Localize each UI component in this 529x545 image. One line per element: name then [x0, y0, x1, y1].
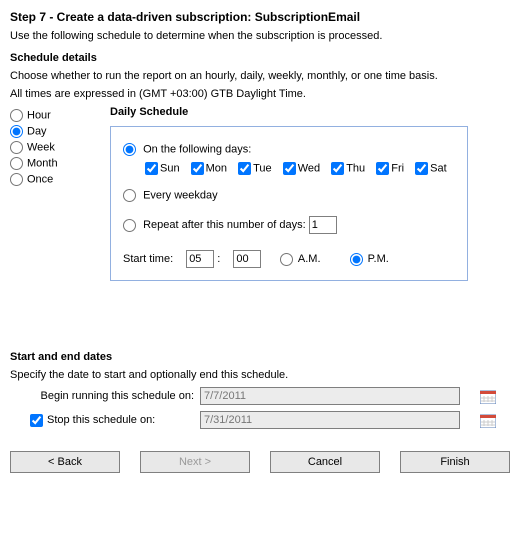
day-label-thu: Thu — [346, 162, 365, 174]
begin-date-label: Begin running this schedule on: — [10, 390, 200, 402]
start-hour-input[interactable] — [186, 250, 214, 268]
day-label-sun: Sun — [160, 162, 180, 174]
day-label-fri: Fri — [391, 162, 404, 174]
page-title: Step 7 - Create a data-driven subscripti… — [10, 10, 519, 24]
am-label: A.M. — [298, 253, 321, 265]
stop-date-checkbox[interactable] — [30, 414, 43, 427]
finish-button[interactable]: Finish — [400, 451, 510, 473]
mode-radio-repeat[interactable] — [123, 219, 136, 232]
am-radio[interactable] — [280, 253, 293, 266]
freq-label-day: Day — [27, 125, 47, 137]
cancel-button[interactable]: Cancel — [270, 451, 380, 473]
freq-radio-week[interactable] — [10, 141, 23, 154]
mode-label-repeat: Repeat after this number of days: — [143, 219, 306, 231]
start-time-label: Start time: — [123, 253, 173, 265]
days-row: Sun Mon Tue Wed Thu Fri Sat — [145, 162, 455, 175]
timezone-text: All times are expressed in (GMT +03:00) … — [10, 88, 519, 100]
day-label-wed: Wed — [298, 162, 320, 174]
mode-label-every: Every weekday — [143, 189, 218, 201]
dates-heading: Start and end dates — [10, 351, 519, 363]
mode-label-following: On the following days: — [143, 143, 251, 155]
day-check-tue[interactable] — [238, 162, 251, 175]
choose-text: Choose whether to run the report on an h… — [10, 70, 519, 82]
schedule-details-heading: Schedule details — [10, 52, 519, 64]
daily-schedule-box: On the following days: Sun Mon Tue Wed T… — [110, 126, 468, 281]
freq-label-week: Week — [27, 141, 55, 153]
day-label-mon: Mon — [206, 162, 227, 174]
freq-radio-once[interactable] — [10, 173, 23, 186]
day-check-wed[interactable] — [283, 162, 296, 175]
daily-schedule-heading: Daily Schedule — [110, 106, 468, 118]
freq-label-once: Once — [27, 173, 53, 185]
freq-radio-hour[interactable] — [10, 109, 23, 122]
freq-radio-month[interactable] — [10, 157, 23, 170]
mode-radio-following[interactable] — [123, 143, 136, 156]
time-colon: : — [217, 253, 223, 265]
freq-label-month: Month — [27, 157, 58, 169]
mode-radio-every[interactable] — [123, 189, 136, 202]
repeat-days-input[interactable] — [309, 216, 337, 234]
stop-date-input[interactable] — [200, 411, 460, 429]
day-label-sat: Sat — [430, 162, 447, 174]
calendar-icon[interactable] — [480, 389, 496, 404]
day-check-sun[interactable] — [145, 162, 158, 175]
begin-date-input[interactable] — [200, 387, 460, 405]
frequency-list: Hour Day Week Month Once — [10, 106, 110, 189]
pm-radio[interactable] — [350, 253, 363, 266]
back-button[interactable]: < Back — [10, 451, 120, 473]
day-label-tue: Tue — [253, 162, 272, 174]
intro-text: Use the following schedule to determine … — [10, 30, 519, 42]
day-check-sat[interactable] — [415, 162, 428, 175]
day-check-fri[interactable] — [376, 162, 389, 175]
calendar-icon[interactable] — [480, 413, 496, 428]
freq-label-hour: Hour — [27, 109, 51, 121]
freq-radio-day[interactable] — [10, 125, 23, 138]
stop-date-label: Stop this schedule on: — [47, 414, 155, 426]
day-check-thu[interactable] — [331, 162, 344, 175]
pm-label: P.M. — [368, 253, 389, 265]
next-button[interactable]: Next > — [140, 451, 250, 473]
dates-specify: Specify the date to start and optionally… — [10, 369, 519, 381]
day-check-mon[interactable] — [191, 162, 204, 175]
start-minute-input[interactable] — [233, 250, 261, 268]
